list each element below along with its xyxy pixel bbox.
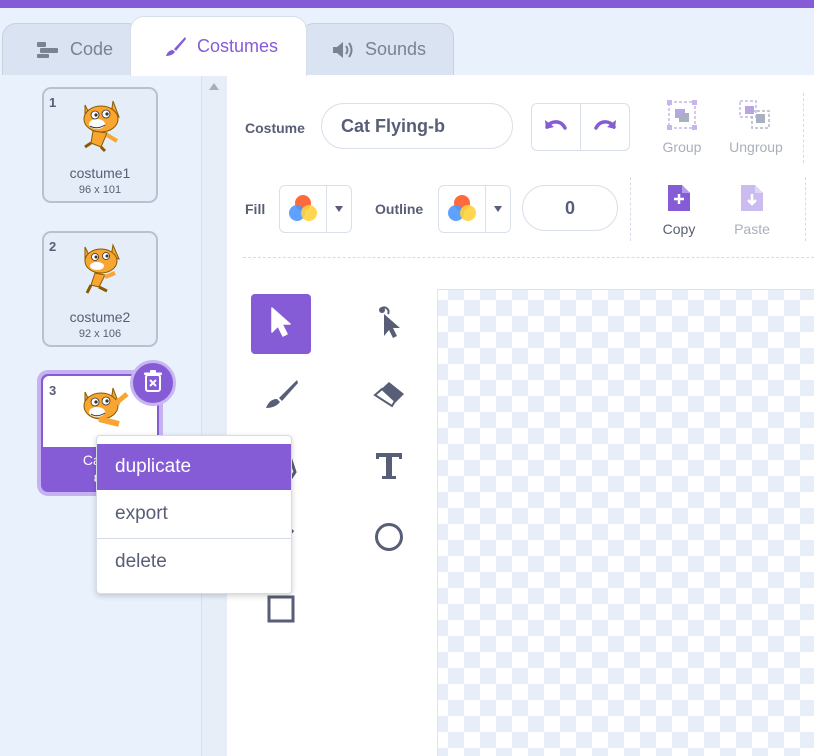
costume-number: 2 (49, 239, 57, 254)
brush-tool[interactable] (251, 366, 311, 426)
outline-color-swatch-icon (439, 186, 485, 232)
tab-costumes-label: Costumes (197, 36, 279, 56)
costume-name: costume1 (69, 165, 131, 181)
costume-size: 96 x 101 (78, 184, 122, 196)
outline-dropdown-arrow-icon (485, 186, 510, 232)
top-menu-bar (0, 0, 814, 8)
tab-code-label: Code (70, 39, 114, 59)
toolbar-divider (805, 177, 806, 241)
text-tool[interactable] (359, 437, 419, 497)
rectangle-icon (266, 594, 296, 629)
fill-label: Fill (245, 201, 266, 217)
cat-costume-thumbnail-icon (77, 97, 125, 158)
copy-icon (666, 183, 692, 218)
fill-color-picker[interactable] (279, 185, 352, 233)
tab-sounds-label: Sounds (365, 39, 427, 59)
eraser-icon (371, 379, 407, 414)
scroll-up-arrow-icon[interactable] (209, 83, 219, 90)
tab-costumes[interactable]: Costumes (130, 16, 307, 76)
menu-item-duplicate[interactable]: duplicate (97, 444, 291, 490)
reshape-tool[interactable] (359, 294, 419, 354)
eraser-tool[interactable] (359, 366, 419, 426)
paste-icon (739, 183, 765, 218)
costume-number: 3 (49, 383, 57, 398)
toolbar-separator (243, 257, 814, 258)
redo-icon (592, 116, 618, 139)
select-tool[interactable] (251, 294, 311, 354)
outline-width-input[interactable]: 0 (522, 185, 618, 231)
copy-label: Copy (662, 221, 696, 237)
tab-code[interactable]: Code (2, 23, 142, 75)
circle-tool[interactable] (359, 509, 419, 569)
costume-number: 1 (49, 95, 57, 110)
costume-item-1[interactable]: 1 costume1 96 x 101 (42, 87, 158, 203)
toolbar-divider (630, 177, 631, 241)
costume-name: costume2 (69, 309, 131, 325)
group-icon (667, 100, 697, 135)
trash-icon (143, 369, 163, 397)
paintbrush-icon (163, 36, 187, 58)
fill-color-swatch-icon (280, 186, 326, 232)
ungroup-label: Ungroup (729, 139, 783, 155)
costume-item-2[interactable]: 2 costume2 92 x 106 (42, 231, 158, 347)
drawing-canvas[interactable] (437, 289, 814, 756)
text-t-icon (373, 449, 405, 486)
toolbar-divider (803, 93, 804, 163)
undo-redo-group (531, 103, 630, 151)
redo-button[interactable] (580, 104, 629, 150)
delete-costume-button[interactable] (130, 360, 176, 406)
ungroup-icon (739, 100, 771, 135)
cat-costume-thumbnail-icon (77, 241, 125, 302)
fill-dropdown-arrow-icon (326, 186, 351, 232)
editor-tabs: Code Costumes Sounds (0, 8, 814, 76)
outline-color-picker[interactable] (438, 185, 511, 233)
costume-name-label: Costume (245, 120, 305, 136)
brush-icon (263, 378, 299, 415)
reshape-cursor-icon (372, 304, 406, 345)
undo-icon (543, 116, 569, 139)
tab-sounds[interactable]: Sounds (300, 23, 454, 75)
speaker-icon (331, 40, 355, 60)
circle-icon (373, 521, 405, 558)
paste-label: Paste (734, 221, 770, 237)
group-label: Group (662, 139, 702, 155)
undo-button[interactable] (532, 104, 580, 150)
costume-name-input[interactable]: Cat Flying-b (321, 103, 513, 149)
menu-item-delete[interactable]: delete (97, 538, 291, 584)
arrow-cursor-icon (268, 306, 294, 343)
menu-item-export[interactable]: export (97, 491, 291, 537)
costume-list-scrollbar[interactable] (201, 75, 228, 756)
code-blocks-icon (36, 41, 60, 59)
costume-context-menu: duplicate export delete (96, 435, 292, 594)
costume-size: 92 x 106 (78, 328, 122, 340)
outline-label: Outline (375, 201, 424, 217)
